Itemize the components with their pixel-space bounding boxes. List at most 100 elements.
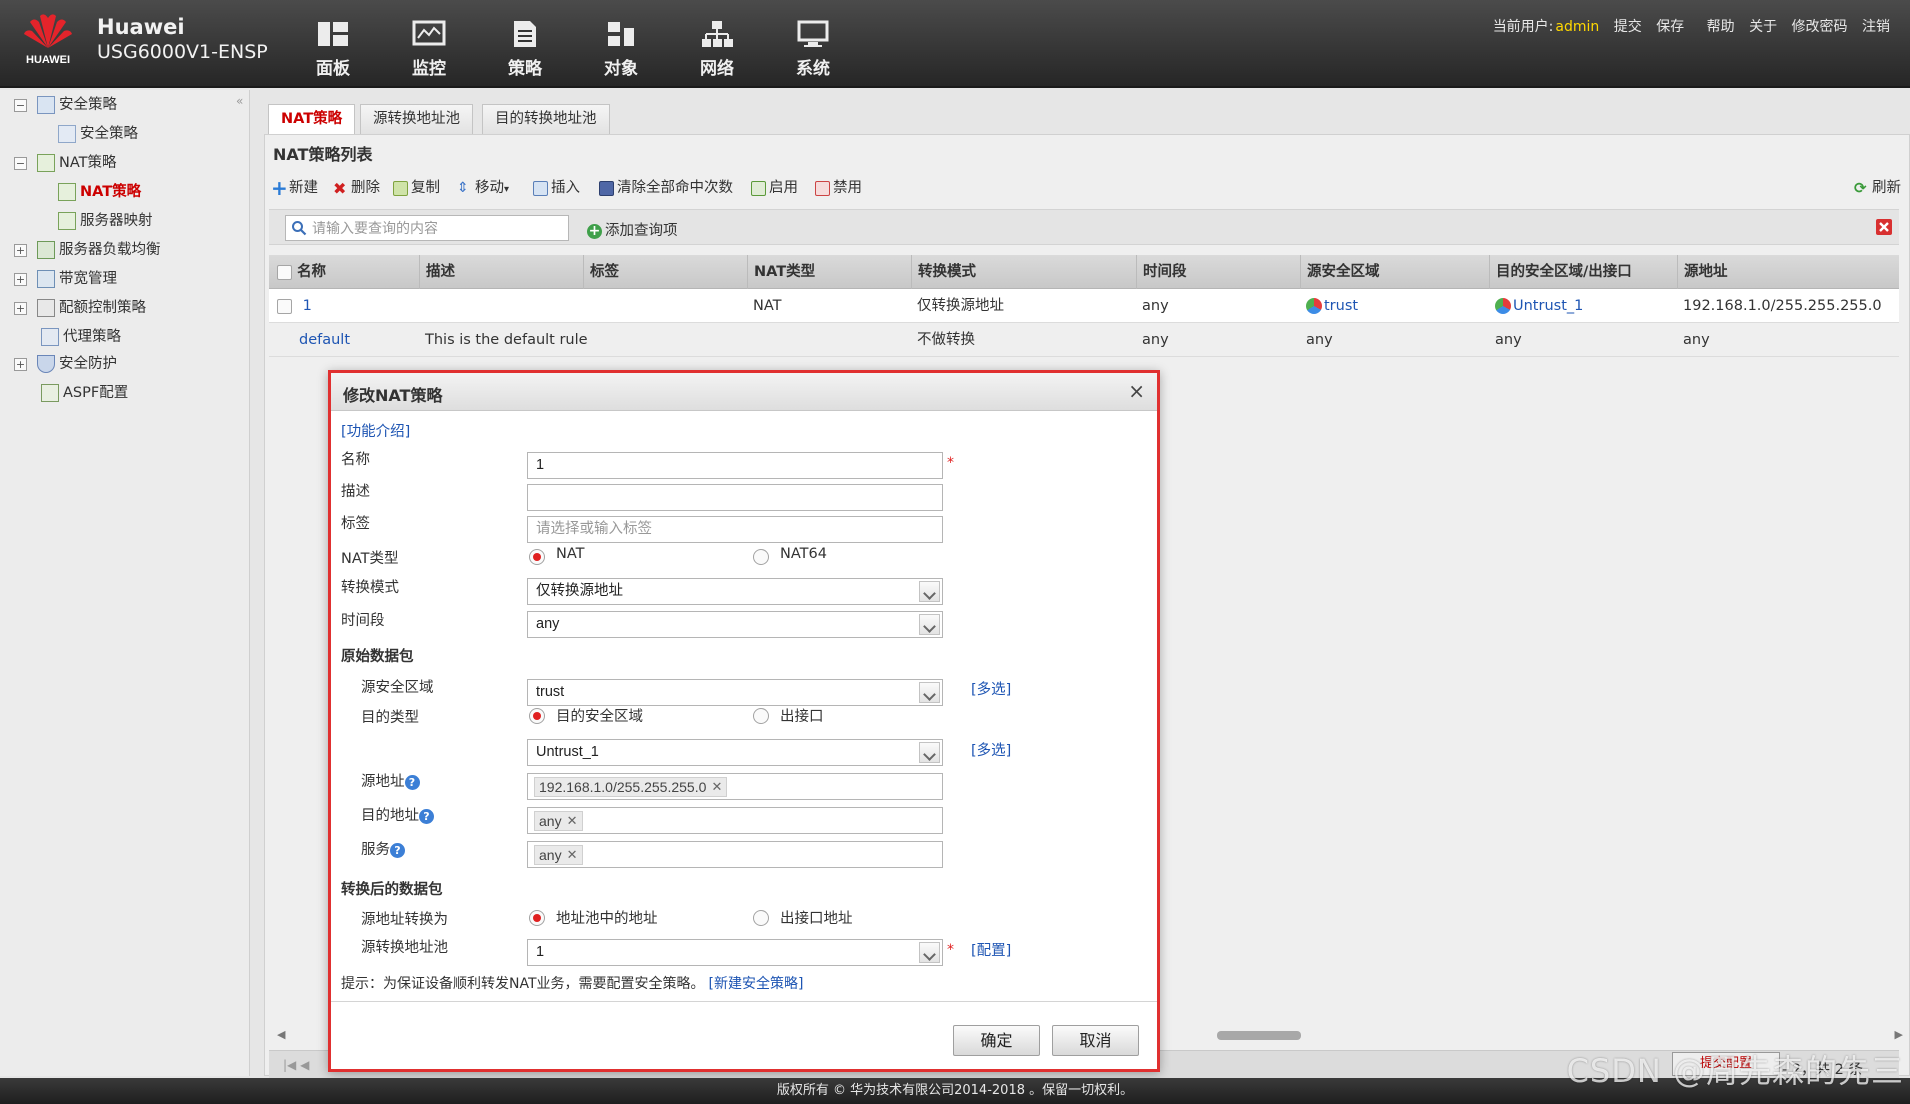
column-header-nat-type[interactable]: NAT类型 [747, 255, 911, 289]
tag-field[interactable]: 请选择或输入标签 [527, 516, 943, 543]
sidebar-item-proxy-policy[interactable]: 代理策略 [41, 325, 121, 349]
feature-intro-link[interactable]: [功能介绍] [341, 420, 410, 441]
description-field[interactable] [527, 484, 943, 511]
nav-object[interactable]: 对象 [581, 20, 661, 79]
scroll-left-icon[interactable]: ◀ [277, 1028, 285, 1041]
help-icon[interactable]: ? [404, 774, 420, 790]
mode-select[interactable]: 仅转换源地址 [527, 578, 943, 605]
remove-chip-icon[interactable]: ✕ [711, 778, 722, 796]
sidebar-item-server-lb[interactable]: + 服务器负载均衡 [14, 238, 161, 262]
sidebar-item-nat-policy-group[interactable]: − NAT策略 [14, 151, 117, 175]
change-password-link[interactable]: 修改密码 [1792, 19, 1848, 35]
column-header-time[interactable]: 时间段 [1136, 255, 1300, 289]
expand-toggle-icon[interactable]: + [14, 243, 27, 257]
trans-pool-radio[interactable] [529, 910, 545, 926]
src-addr-field[interactable]: 192.168.1.0/255.255.255.0 ✕ [527, 773, 943, 800]
nav-network[interactable]: 网络 [677, 20, 757, 79]
add-query-button[interactable]: + 添加查询项 [587, 219, 678, 240]
dst-type-interface-radio[interactable] [753, 708, 769, 724]
tab-destination-pool[interactable]: 目的转换地址池 [482, 104, 610, 134]
sidebar-item-security-policy[interactable]: 安全策略 [58, 122, 138, 146]
new-security-policy-link[interactable]: [新建安全策略] [709, 976, 804, 992]
collapse-sidebar-icon[interactable]: « [236, 94, 243, 108]
delete-button[interactable]: ✖ 删除 [333, 175, 380, 201]
scroll-right-icon[interactable]: ▶ [1895, 1028, 1903, 1041]
nav-monitor[interactable]: 监控 [389, 20, 469, 79]
column-header-src-addr[interactable]: 源地址 [1677, 255, 1899, 289]
pool-config-link[interactable]: [配置] [971, 939, 1011, 960]
collapse-toggle-icon[interactable]: − [14, 98, 27, 112]
name-field[interactable]: 1 [527, 452, 943, 479]
remove-chip-icon[interactable]: ✕ [567, 846, 578, 864]
refresh-button[interactable]: ⟳ 刷新 [1854, 175, 1901, 201]
trans-interface-radio[interactable] [753, 910, 769, 926]
nat-type-nat64-radio[interactable] [753, 549, 769, 565]
help-icon[interactable]: ? [390, 842, 405, 858]
sidebar-item-server-mapping[interactable]: 服务器映射 [58, 209, 153, 233]
sidebar-item-quota-control[interactable]: + 配额控制策略 [14, 296, 146, 320]
dst-zone-cell[interactable]: Untrust_1 [1489, 289, 1677, 323]
chevron-down-icon[interactable] [919, 942, 940, 963]
src-zone-select[interactable]: trust [527, 679, 943, 706]
column-header-tag[interactable]: 标签 [583, 255, 747, 289]
sidebar-item-nat-policy[interactable]: NAT策略 [58, 180, 141, 204]
select-all-checkbox[interactable] [277, 264, 292, 280]
pool-select[interactable]: 1 [527, 939, 943, 966]
collapse-toggle-icon[interactable]: − [14, 156, 27, 170]
first-page-icon[interactable]: |◀ ◀ [283, 1058, 309, 1072]
dst-zone-select[interactable]: Untrust_1 [527, 739, 943, 766]
column-header-name[interactable]: 名称 [269, 255, 419, 289]
dst-zone-link[interactable]: Untrust_1 [1513, 298, 1583, 314]
chevron-down-icon[interactable] [919, 682, 940, 703]
insert-button[interactable]: 插入 [533, 175, 580, 201]
clear-hits-button[interactable]: 清除全部命中次数 [599, 175, 733, 201]
submit-link[interactable]: 提交 [1614, 19, 1642, 35]
nav-system[interactable]: 系统 [773, 20, 853, 79]
policy-name-link[interactable]: 1 [303, 298, 312, 314]
chevron-down-icon[interactable] [919, 614, 940, 635]
nav-policy[interactable]: 策略 [485, 20, 565, 79]
new-button[interactable]: +新建 [271, 175, 318, 201]
sidebar-item-aspf[interactable]: ASPF配置 [41, 381, 128, 405]
nav-dashboard[interactable]: 面板 [293, 20, 373, 79]
ok-button[interactable]: 确定 [953, 1025, 1040, 1056]
column-header-dst-zone[interactable]: 目的安全区域/出接口 [1489, 255, 1677, 289]
disable-button[interactable]: 禁用 [815, 175, 862, 201]
table-row[interactable]: default This is the default rule 不做转换 an… [269, 323, 1899, 357]
chevron-down-icon[interactable] [919, 742, 940, 763]
tab-source-pool[interactable]: 源转换地址池 [360, 104, 473, 134]
dialog-titlebar[interactable]: 修改NAT策略 × [331, 373, 1157, 411]
src-zone-link[interactable]: trust [1324, 298, 1358, 314]
column-header-mode[interactable]: 转换模式 [911, 255, 1136, 289]
about-link[interactable]: 关于 [1749, 19, 1777, 35]
help-link[interactable]: 帮助 [1707, 19, 1735, 35]
dst-type-zone-radio[interactable] [529, 708, 545, 724]
dst-zone-multi-select-link[interactable]: [多选] [971, 739, 1011, 760]
src-zone-multi-select-link[interactable]: [多选] [971, 678, 1011, 699]
move-button[interactable]: ⇕ 移动▾ [457, 175, 509, 201]
cancel-button[interactable]: 取消 [1052, 1025, 1139, 1056]
copy-button[interactable]: 复制 [393, 175, 440, 201]
expand-toggle-icon[interactable]: + [14, 272, 27, 286]
tab-nat-policy[interactable]: NAT策略 [268, 104, 356, 135]
sidebar-item-security-protection[interactable]: + 安全防护 [14, 352, 117, 376]
sidebar-item-bandwidth[interactable]: + 带宽管理 [14, 267, 117, 291]
column-header-src-zone[interactable]: 源安全区域 [1300, 255, 1489, 289]
enable-button[interactable]: 启用 [751, 175, 798, 201]
service-field[interactable]: any ✕ [527, 841, 943, 868]
src-zone-cell[interactable]: trust [1300, 289, 1489, 323]
policy-name-link[interactable]: default [269, 323, 419, 357]
nat-type-nat-radio[interactable] [529, 549, 545, 565]
dst-addr-field[interactable]: any ✕ [527, 807, 943, 834]
logout-link[interactable]: 注销 [1862, 19, 1890, 35]
help-icon[interactable]: ? [419, 808, 434, 824]
column-header-desc[interactable]: 描述 [419, 255, 583, 289]
row-checkbox[interactable] [277, 298, 292, 314]
save-link[interactable]: 保存 [1656, 19, 1684, 35]
expand-toggle-icon[interactable]: + [14, 301, 27, 315]
sidebar-item-security-policy-group[interactable]: − 安全策略 [14, 93, 117, 117]
close-icon[interactable]: × [1128, 379, 1145, 403]
name-cell[interactable]: 1 [269, 289, 419, 323]
chevron-down-icon[interactable] [919, 581, 940, 602]
expand-toggle-icon[interactable]: + [14, 357, 27, 371]
